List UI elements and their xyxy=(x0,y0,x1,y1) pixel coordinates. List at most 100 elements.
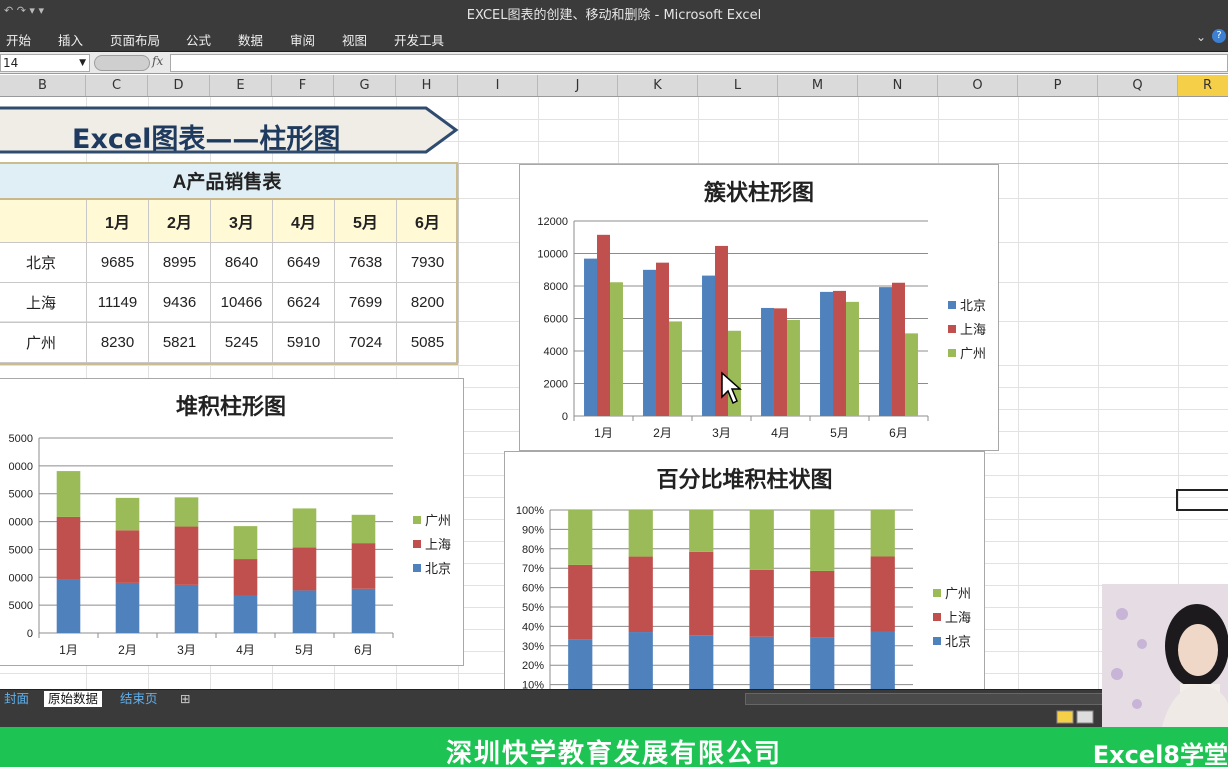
help-icon[interactable]: ? xyxy=(1212,29,1226,43)
table-cell[interactable]: 10466 xyxy=(210,282,273,323)
tab-developer[interactable]: 开发工具 xyxy=(394,30,444,49)
table-cell[interactable]: 5910 xyxy=(272,322,335,363)
y-tick-label: 50% xyxy=(522,602,544,614)
table-row: 上海 11149 9436 10466 6624 7699 8200 xyxy=(0,282,459,323)
table-cell[interactable]: 6624 xyxy=(272,282,335,323)
table-header-month[interactable]: 2月 xyxy=(148,198,211,243)
table-cell-city[interactable]: 北京 xyxy=(0,242,87,283)
tab-insert[interactable]: 插入 xyxy=(58,30,83,49)
table-cell-city[interactable]: 广州 xyxy=(0,322,87,363)
sheet-tab-end[interactable]: 结束页 xyxy=(116,691,162,707)
fx-icon[interactable]: fx xyxy=(152,54,163,68)
table-cell[interactable]: 8995 xyxy=(148,242,211,283)
table-header-month[interactable]: 6月 xyxy=(396,198,459,243)
bar-segment xyxy=(810,637,835,689)
table-header-month[interactable]: 3月 xyxy=(210,198,273,243)
table-header-month[interactable]: 5月 xyxy=(334,198,397,243)
bar xyxy=(892,282,905,416)
column-header-m[interactable]: M xyxy=(778,75,858,96)
insert-sheet-icon[interactable]: ⊞ xyxy=(176,691,194,707)
column-header-h[interactable]: H xyxy=(396,75,458,96)
table-cell[interactable]: 6649 xyxy=(272,242,335,283)
sales-table[interactable]: A产品销售表 1月 2月 3月 4月 5月 6月 北京 9685 8995 86… xyxy=(0,163,459,363)
stacked-column-chart[interactable]: 堆积柱形图 0 5000 0000 5000 0000 5000 0000 5000 1月 2月 3… xyxy=(0,378,464,666)
tab-view[interactable]: 视图 xyxy=(342,30,367,49)
column-header-d[interactable]: D xyxy=(148,75,210,96)
x-tick-label: 4月 xyxy=(236,643,255,657)
y-tick-label: 20% xyxy=(522,660,544,672)
tab-data[interactable]: 数据 xyxy=(238,30,263,49)
column-header-f[interactable]: F xyxy=(272,75,334,96)
horizontal-scrollbar[interactable] xyxy=(745,693,1105,705)
column-header-p[interactable]: P xyxy=(1018,75,1098,96)
legend-label: 上海 xyxy=(945,611,971,626)
column-header-g[interactable]: G xyxy=(334,75,396,96)
column-header-c[interactable]: C xyxy=(86,75,148,96)
legend-swatch xyxy=(933,613,941,621)
sheet-tab-cover[interactable]: 封面 xyxy=(0,691,33,707)
sheet-tab-raw-data[interactable]: 原始数据 xyxy=(44,691,103,707)
bar xyxy=(845,301,859,416)
bar-segment xyxy=(351,588,376,633)
presenter-image xyxy=(1102,584,1228,727)
bar-segment xyxy=(56,516,81,580)
name-box[interactable]: 14 ▼ xyxy=(0,54,90,72)
tab-home[interactable]: 开始 xyxy=(6,30,31,49)
table-cell[interactable]: 7638 xyxy=(334,242,397,283)
table-header-empty[interactable] xyxy=(0,198,87,243)
percent-stacked-column-chart[interactable]: 百分比堆积柱状图 10% 20% 30% 40% 50% 60% 70% 80% 90% 100%… xyxy=(504,451,985,689)
column-header-l[interactable]: L xyxy=(698,75,778,96)
title-banner[interactable]: Excel图表——柱形图 xyxy=(0,106,464,159)
column-header-n[interactable]: N xyxy=(858,75,938,96)
tab-formulas[interactable]: 公式 xyxy=(186,30,211,49)
worksheet-grid[interactable]: Excel图表——柱形图 A产品销售表 1月 2月 3月 4月 5月 6月 北京… xyxy=(0,97,1228,689)
column-header-q[interactable]: Q xyxy=(1098,75,1178,96)
bar-segment xyxy=(233,595,258,633)
selected-cell[interactable] xyxy=(1176,489,1228,511)
tab-review[interactable]: 审阅 xyxy=(290,30,315,49)
table-cell-city[interactable]: 上海 xyxy=(0,282,87,323)
table-header-month[interactable]: 4月 xyxy=(272,198,335,243)
table-cell[interactable]: 8230 xyxy=(86,322,149,363)
bar-segment xyxy=(56,471,81,517)
table-cell[interactable]: 9436 xyxy=(148,282,211,323)
table-cell[interactable]: 7930 xyxy=(396,242,459,283)
column-header-k[interactable]: K xyxy=(618,75,698,96)
column-header-b[interactable]: B xyxy=(0,75,86,96)
y-tick-label: 70% xyxy=(522,563,544,575)
column-header-r[interactable]: R xyxy=(1178,75,1228,96)
table-cell[interactable]: 8640 xyxy=(210,242,273,283)
table-header-month[interactable]: 1月 xyxy=(86,198,149,243)
table-cell[interactable]: 8200 xyxy=(396,282,459,323)
view-buttons[interactable] xyxy=(1056,710,1096,724)
bar xyxy=(833,290,846,416)
x-tick-label: 1月 xyxy=(59,643,78,657)
formula-input[interactable] xyxy=(170,54,1228,72)
legend-label: 北京 xyxy=(945,635,971,650)
bar-segment xyxy=(568,639,593,689)
legend-swatch xyxy=(413,540,421,548)
table-cell[interactable]: 7699 xyxy=(334,282,397,323)
column-header-i[interactable]: I xyxy=(458,75,538,96)
y-tick-label: 40% xyxy=(522,621,544,633)
column-header-o[interactable]: O xyxy=(938,75,1018,96)
table-cell[interactable]: 11149 xyxy=(86,282,149,323)
title-bar: ↶ ↷ ▾ ▾ EXCEL图表的创建、移动和删除 - Microsoft Exc… xyxy=(0,0,1228,24)
table-cell[interactable]: 5821 xyxy=(148,322,211,363)
table-cell[interactable]: 9685 xyxy=(86,242,149,283)
table-cell[interactable]: 5245 xyxy=(210,322,273,363)
column-header-e[interactable]: E xyxy=(210,75,272,96)
chevron-down-icon[interactable]: ⌄ xyxy=(1196,30,1206,44)
tab-page-layout[interactable]: 页面布局 xyxy=(110,30,160,49)
clustered-column-chart[interactable]: 簇状柱形图 0 2000 4000 6000 8000 10000 12000 1月 2月 3月 4… xyxy=(519,164,999,451)
table-cell[interactable]: 5085 xyxy=(396,322,459,363)
formula-bar-expander[interactable] xyxy=(94,55,150,71)
table-cell[interactable]: 7024 xyxy=(334,322,397,363)
name-box-value: 14 xyxy=(3,56,19,70)
x-tick-label: 3月 xyxy=(712,426,731,440)
column-header-j[interactable]: J xyxy=(538,75,618,96)
dropdown-arrow-icon[interactable]: ▼ xyxy=(79,55,86,71)
legend-swatch xyxy=(933,637,941,645)
bar xyxy=(584,258,598,416)
y-tick-label: 0000 xyxy=(9,517,33,529)
